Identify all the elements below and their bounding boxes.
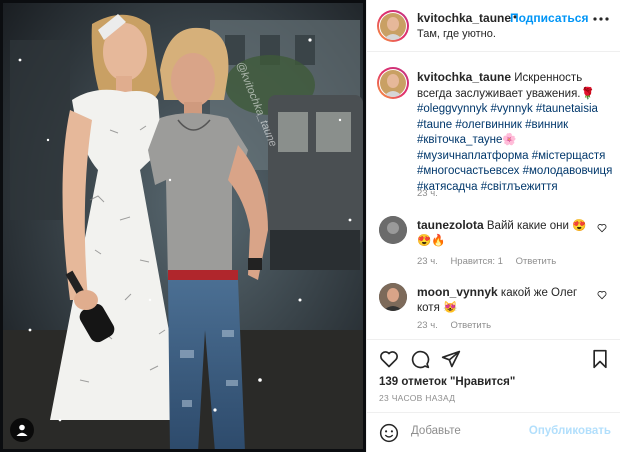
comment-username[interactable]: moon_vynnyk	[417, 285, 498, 299]
hashtag[interactable]: #музичнаплатформа	[417, 150, 529, 162]
comment-time[interactable]: 23 ч.	[417, 320, 438, 331]
hashtag[interactable]: #vynnyk	[491, 103, 533, 115]
bookmark-icon[interactable]	[591, 349, 609, 369]
post-photo[interactable]: @kvitochka_taune	[0, 0, 366, 452]
more-icon[interactable]	[593, 17, 609, 21]
post-caption: kvitochka_taune Искренность всегда заслу…	[417, 70, 617, 195]
post-header: kvitochka_taune • Подписаться Там, где у…	[367, 0, 620, 52]
hashtag[interactable]: #світлъежиття	[481, 181, 558, 193]
comment-likes[interactable]: Нравится: 1	[450, 256, 502, 267]
likes-count[interactable]: 139 отметок "Нравится"	[379, 376, 515, 388]
share-icon[interactable]	[441, 349, 461, 369]
comment-emoji: 😻	[443, 302, 458, 314]
follow-button[interactable]: Подписаться	[510, 11, 588, 25]
hashtag[interactable]: #олегвинник	[455, 119, 522, 131]
emoji-icon[interactable]	[379, 423, 399, 443]
tagged-user-icon	[16, 424, 28, 436]
hashtag[interactable]: #містерщастя	[532, 150, 606, 162]
tagged-user-button[interactable]	[10, 418, 34, 442]
author-username[interactable]: kvitochka_taune	[417, 11, 511, 25]
author-avatar[interactable]	[379, 12, 407, 40]
post-age[interactable]: 23 ЧАСОВ НАЗАД	[379, 393, 455, 403]
rose-emoji: 🌹	[580, 87, 595, 100]
comment-like-icon[interactable]	[597, 290, 607, 300]
comment-username[interactable]: taunezolota	[417, 218, 484, 232]
hashtag[interactable]: #молодавовчиця	[523, 165, 613, 177]
hashtag[interactable]: #oleggvynnyk	[417, 103, 487, 115]
avatar	[379, 283, 407, 311]
commenter-avatar[interactable]	[379, 283, 407, 311]
caption-avatar[interactable]	[379, 69, 407, 97]
heart-icon[interactable]	[379, 349, 399, 369]
comment-meta: 23 ч. Нравится: 1 Ответить	[417, 256, 556, 267]
post-sidebar: kvitochka_taune • Подписаться Там, где у…	[366, 0, 620, 452]
reply-button[interactable]: Ответить	[450, 320, 491, 331]
hashtag[interactable]: #многосчастьевсех	[417, 165, 519, 177]
publish-button[interactable]: Опубликовать	[529, 425, 611, 437]
reply-button[interactable]: Ответить	[516, 256, 557, 267]
caption-time[interactable]: 23 ч.	[417, 188, 438, 199]
hashtag[interactable]: #винник	[525, 119, 568, 131]
flower-emoji: 🌸	[502, 134, 517, 146]
post-image	[0, 0, 366, 452]
hashtag[interactable]: #taunetaisia	[536, 103, 598, 115]
commenter-avatar[interactable]	[379, 216, 407, 244]
hashtag[interactable]: #квіточка_тауне	[417, 134, 502, 146]
avatar	[380, 13, 406, 40]
post-location[interactable]: Там, где уютно.	[417, 28, 496, 40]
comment-meta: 23 ч. Ответить	[417, 320, 491, 331]
caption-username[interactable]: kvitochka_taune	[417, 70, 511, 84]
avatar	[380, 70, 406, 97]
comment-item: taunezolota Вайй какие они 😍 😍🔥	[417, 218, 597, 249]
hashtag[interactable]: #taune	[417, 119, 452, 131]
comment-icon[interactable]	[410, 349, 430, 369]
comment-text: Вайй какие они	[486, 220, 569, 232]
comment-item: moon_vynnyk какой же Олег котя 😻	[417, 285, 597, 316]
avatar	[379, 216, 407, 244]
add-comment-bar: Опубликовать	[367, 412, 620, 453]
post-actions	[367, 339, 620, 380]
comment-time[interactable]: 23 ч.	[417, 256, 438, 267]
comment-like-icon[interactable]	[597, 223, 607, 233]
